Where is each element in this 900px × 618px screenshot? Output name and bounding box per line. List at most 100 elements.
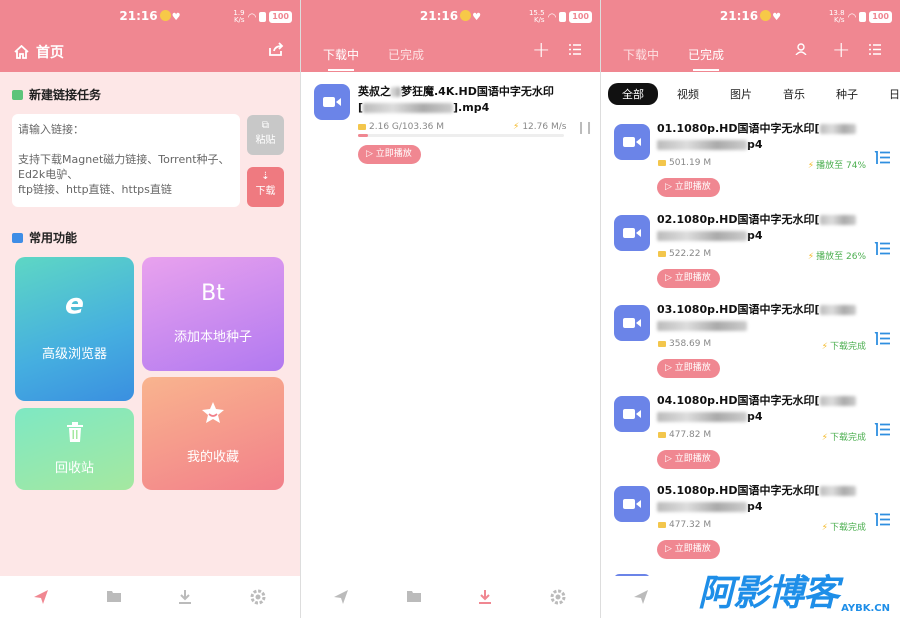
new-task-header: 新建链接任务 xyxy=(12,86,101,103)
home-panel: 21:16 ♥ 1.9 K/s ◠ 100 首页 新建链接任务 请输入链接： 支持下… xyxy=(0,0,300,618)
emoji-icon xyxy=(760,10,772,21)
recycle-bin-card[interactable]: 回收站 xyxy=(15,408,134,490)
status-text: ⚡ 下载完成 xyxy=(821,523,866,533)
play-now-button[interactable]: ▷ 立即播放 xyxy=(657,178,720,197)
link-input[interactable]: 请输入链接： 支持下载Magnet磁力链接、Torrent种子、 Ed2k电驴、… xyxy=(12,114,240,207)
file-name: 01.1080p.HD国语中字无水印[p4 xyxy=(657,121,857,153)
top-bar: 21:16 ♥ 13.8 K/s ◠ 100 下载中 已完成 + xyxy=(601,0,900,72)
file-size: 477.82 M xyxy=(669,430,712,440)
home-icon xyxy=(14,45,29,59)
download-tab-icon[interactable] xyxy=(477,589,493,608)
add-torrent-card[interactable]: Bt 添加本地种子 xyxy=(142,257,284,371)
send-icon[interactable] xyxy=(333,589,349,608)
wifi-icon: ◠ xyxy=(247,11,257,23)
net-speed: 1.9 K/s xyxy=(233,9,245,24)
video-icon xyxy=(614,396,650,432)
menu-icon[interactable] xyxy=(874,421,890,439)
battery-icon: 100 xyxy=(569,11,592,23)
status-bar: 21:16 ♥ 13.8 K/s ◠ 100 xyxy=(601,8,900,26)
folder-icon[interactable] xyxy=(106,589,122,606)
file-size: 501.19 M xyxy=(669,158,712,168)
status-text: ⚡ 下载完成 xyxy=(821,342,866,352)
send-icon[interactable] xyxy=(633,589,649,608)
filter-other[interactable]: 日 xyxy=(889,86,900,102)
download-icon: ⇣ xyxy=(261,171,270,182)
folder-icon xyxy=(658,341,666,347)
clock: 21:16 xyxy=(719,9,759,23)
tab-downloading[interactable]: 下载中 xyxy=(623,46,659,63)
toolbox-icon xyxy=(12,232,23,243)
play-now-button[interactable]: ▷ 立即播放 xyxy=(657,269,720,288)
paste-button[interactable]: ⧉ 粘贴 xyxy=(247,115,284,155)
completed-panel: 21:16 ♥ 13.8 K/s ◠ 100 下载中 已完成 + 全部 视频 图片 … xyxy=(601,0,900,618)
share-icon[interactable] xyxy=(269,42,284,59)
status-bar: 21:16 ♥ 15.5 K/s ◠ 100 xyxy=(301,8,600,26)
folder-icon xyxy=(658,522,666,528)
heart-icon: ♥ xyxy=(171,12,181,23)
add-icon[interactable]: + xyxy=(532,40,550,62)
play-now-button[interactable]: ▷ 立即播放 xyxy=(657,540,720,559)
status-text: ⚡ 下载完成 xyxy=(821,433,866,443)
file-name: 03.1080p.HD国语中字无水印[ xyxy=(657,302,857,334)
battery-saver-icon xyxy=(559,12,567,22)
wifi-icon: ◠ xyxy=(547,11,557,23)
emoji-icon xyxy=(460,10,472,21)
video-icon xyxy=(614,124,650,160)
clock: 21:16 xyxy=(419,9,459,23)
progress-bar xyxy=(358,134,564,137)
filter-music[interactable]: 音乐 xyxy=(783,86,805,102)
play-now-button[interactable]: ▷ 立即播放 xyxy=(657,359,720,378)
net-speed: 15.5 K/s xyxy=(528,9,545,24)
favorites-card[interactable]: 我的收藏 xyxy=(142,377,284,490)
filter-image[interactable]: 图片 xyxy=(730,86,752,102)
wifi-icon: ◠ xyxy=(847,11,857,23)
browser-card[interactable]: e 高级浏览器 xyxy=(15,257,134,401)
battery-icon: 100 xyxy=(269,11,292,23)
bottom-nav xyxy=(301,576,600,618)
bolt-icon: ⚡ xyxy=(821,342,828,352)
tab-completed[interactable]: 已完成 xyxy=(688,46,724,71)
file-size: 2.16 G/103.36 M xyxy=(369,122,445,132)
menu-icon[interactable] xyxy=(874,149,890,167)
common-functions-header: 常用功能 xyxy=(12,229,77,246)
video-icon xyxy=(314,84,350,120)
status-bar: 21:16 ♥ 1.9 K/s ◠ 100 xyxy=(0,8,300,26)
file-size: 358.69 M xyxy=(669,339,712,349)
video-icon xyxy=(614,486,650,522)
net-speed: 13.8 K/s xyxy=(828,9,845,24)
folder-icon xyxy=(658,432,666,438)
video-icon xyxy=(614,215,650,251)
file-size: 522.22 M xyxy=(669,249,712,259)
folder-icon[interactable] xyxy=(406,589,422,606)
filter-video[interactable]: 视频 xyxy=(677,86,699,102)
menu-icon[interactable] xyxy=(874,240,890,258)
send-icon[interactable] xyxy=(33,589,49,608)
tab-completed[interactable]: 已完成 xyxy=(388,46,424,63)
pause-icon[interactable]: ❙❙ xyxy=(576,120,594,134)
bt-icon: Bt xyxy=(201,281,225,306)
list-icon[interactable] xyxy=(569,44,581,58)
video-icon xyxy=(614,305,650,341)
filter-all[interactable]: 全部 xyxy=(608,83,658,105)
filter-torrent[interactable]: 种子 xyxy=(836,86,858,102)
download-tab-icon[interactable] xyxy=(177,589,193,608)
plus-square-icon xyxy=(12,89,23,100)
progress-fill xyxy=(358,134,369,137)
download-button[interactable]: ⇣ 下载 xyxy=(247,167,284,207)
menu-icon[interactable] xyxy=(874,330,890,348)
play-now-button[interactable]: ▷ 立即播放 xyxy=(358,145,421,164)
play-now-button[interactable]: ▷ 立即播放 xyxy=(657,450,720,469)
file-name: 英叔之 梦狂魔.4K.HD国语中字无水印 [].mp4 xyxy=(358,85,554,114)
status-text: ⚡ 播放至 74% xyxy=(807,161,866,171)
clock: 21:16 xyxy=(119,9,158,23)
heart-icon: ♥ xyxy=(772,12,782,23)
settings-icon[interactable] xyxy=(250,589,266,608)
settings-icon[interactable] xyxy=(550,589,566,608)
add-icon[interactable]: + xyxy=(832,40,850,62)
star-icon xyxy=(142,401,284,429)
list-icon[interactable] xyxy=(869,44,881,58)
menu-icon[interactable] xyxy=(874,511,890,529)
user-icon[interactable] xyxy=(795,43,807,58)
tab-downloading[interactable]: 下载中 xyxy=(323,46,359,71)
battery-saver-icon xyxy=(859,12,867,22)
